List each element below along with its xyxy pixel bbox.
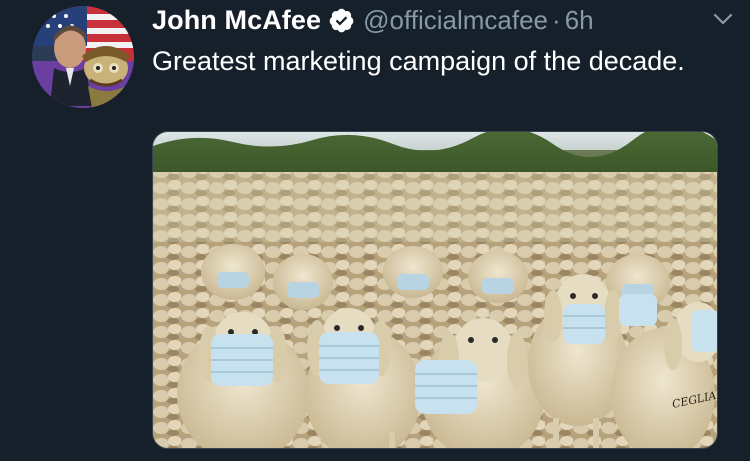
timestamp[interactable]: 6h <box>565 5 594 36</box>
display-name[interactable]: John McAfee <box>152 5 321 36</box>
tweet-text: Greatest marketing campaign of the decad… <box>152 46 685 76</box>
chevron-down-icon[interactable] <box>710 6 736 32</box>
tweet-photo[interactable]: CEGLIA <box>152 131 718 449</box>
handle[interactable]: @officialmcafee <box>363 5 548 36</box>
tweet-header: John McAfee @officialmcafee · 6h <box>152 2 730 38</box>
verified-badge-icon <box>328 7 355 34</box>
avatar[interactable] <box>32 6 134 108</box>
separator-dot: · <box>552 4 561 35</box>
tweet[interactable]: John McAfee @officialmcafee · 6h Greates… <box>0 0 750 461</box>
